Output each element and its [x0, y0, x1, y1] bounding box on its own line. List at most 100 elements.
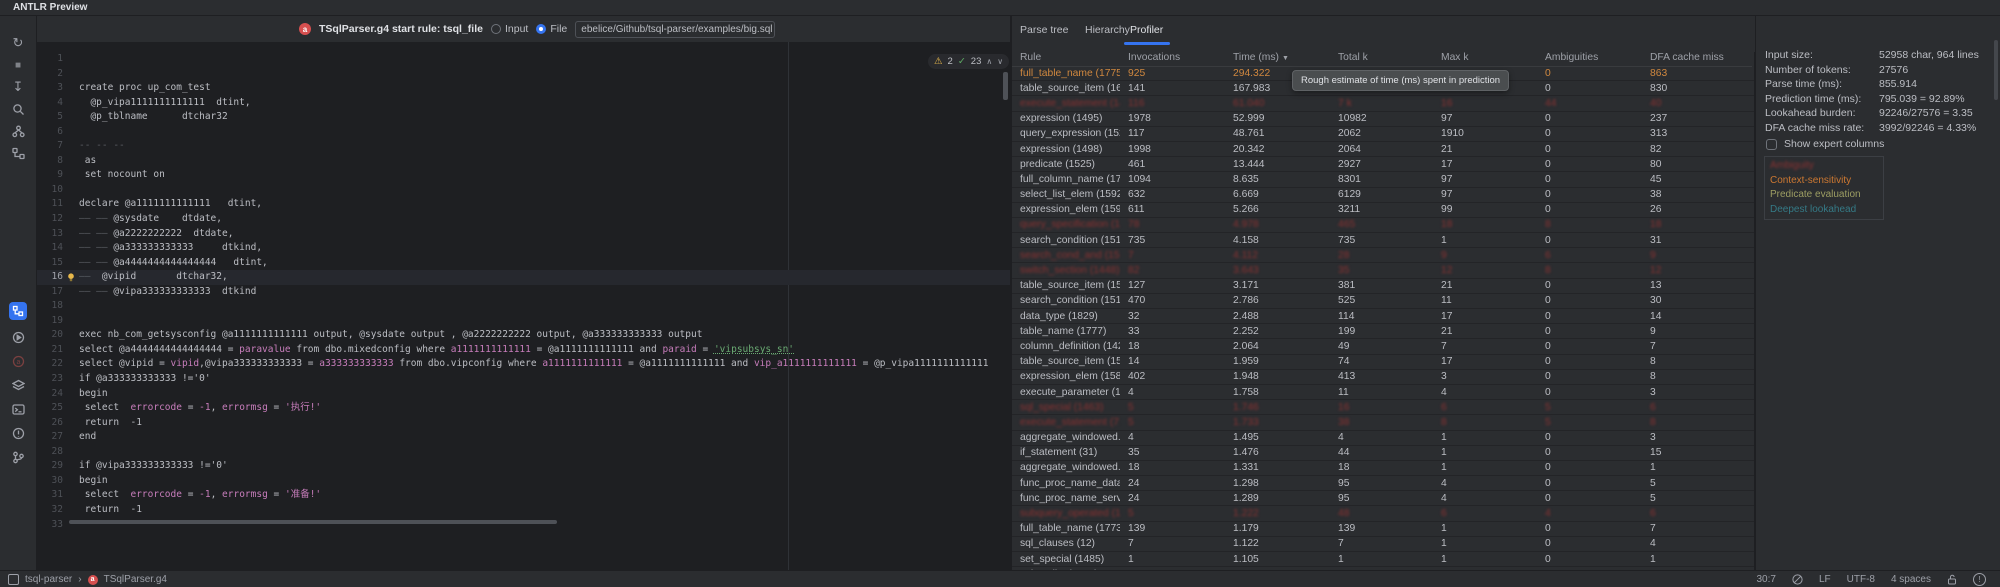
table-cell: 4 — [1120, 387, 1225, 398]
table-row[interactable]: table_source_item (15...1273.17138121013 — [1012, 279, 1754, 294]
input-radio[interactable]: Input — [491, 23, 528, 35]
table-row[interactable]: set_special (1485)11.1051101 — [1012, 552, 1754, 567]
antlr-icon[interactable]: a — [9, 352, 27, 370]
table-row[interactable]: if_statement (31)351.476441015 — [1012, 446, 1754, 461]
chevron-up-icon[interactable]: ∧ — [986, 57, 992, 66]
table-row[interactable]: query_expression (1527)11748.76120621910… — [1012, 127, 1754, 142]
scroll-to-source-icon[interactable]: ↧ — [9, 78, 27, 96]
code-line: 5 @p_tblname dtchar32 — [37, 110, 1010, 125]
table-row[interactable]: execute_statement (7...51.73338858 — [1012, 415, 1754, 430]
breadcrumb-separator: › — [78, 574, 81, 585]
table-row[interactable]: expression_elem (1589)4021.948413308 — [1012, 370, 1754, 385]
table-row[interactable]: data_type (1829)322.48811417014 — [1012, 309, 1754, 324]
chevron-down-icon[interactable]: ∨ — [997, 57, 1003, 66]
search-icon[interactable] — [9, 100, 27, 118]
tab-profiler[interactable]: Profiler — [1130, 24, 1163, 36]
table-row[interactable]: execute_parameter (1...41.75811403 — [1012, 385, 1754, 400]
layers-icon[interactable] — [9, 376, 27, 394]
panel-scrollbar[interactable] — [1994, 40, 1998, 100]
file-radio[interactable]: File — [536, 23, 567, 35]
horizontal-scrollbar[interactable] — [69, 520, 557, 524]
breadcrumb-project[interactable]: tsql-parser — [25, 574, 72, 585]
table-cell: 863 — [1642, 68, 1752, 79]
file-path-input[interactable]: ebelice/Github/tsql-parser/examples/big.… — [575, 21, 775, 38]
code-text: —— —— @vipa333333333333 dtkind — [63, 285, 256, 300]
table-row[interactable]: query_specification (15...784.9784651881… — [1012, 218, 1754, 233]
tab-parse-tree[interactable]: Parse tree — [1020, 24, 1068, 36]
git-branch-icon[interactable] — [9, 448, 27, 466]
table-row[interactable]: full_column_name (17...10948.63583019704… — [1012, 172, 1754, 187]
refresh-icon[interactable]: ↻ — [9, 34, 27, 52]
run-icon[interactable] — [9, 328, 27, 346]
rule-hierarchy-icon[interactable] — [9, 122, 27, 140]
table-cell: 0 — [1537, 478, 1642, 489]
table-row[interactable]: table_source_item (15...141.959741708 — [1012, 355, 1754, 370]
error-circle-icon[interactable]: ! — [1973, 573, 1986, 586]
vertical-scrollbar[interactable] — [1003, 72, 1008, 100]
stat-row: Parse time (ms):855.914 — [1765, 78, 1995, 93]
table-row[interactable]: search_condition (1519)7354.1587351031 — [1012, 233, 1754, 248]
column-header-invocations[interactable]: Invocations — [1120, 52, 1225, 66]
table-row[interactable]: aggregate_windowed...181.33118101 — [1012, 461, 1754, 476]
line-number: 7 — [37, 139, 63, 154]
table-row[interactable]: sql_special (1463)51.74616656 — [1012, 400, 1754, 415]
intention-bulb-icon[interactable] — [67, 273, 75, 282]
show-expert-columns-checkbox[interactable]: Show expert columns — [1766, 138, 1884, 150]
stat-value: 795.039 = 92.89% — [1879, 93, 1965, 108]
table-cell: 1.289 — [1225, 493, 1330, 504]
line-number: 26 — [37, 416, 63, 431]
code-line: 17—— —— @vipa333333333333 dtkind — [37, 285, 1010, 300]
column-header-rule[interactable]: Rule — [1012, 52, 1120, 66]
table-row[interactable]: switch_section (1448)823.6433512812 — [1012, 263, 1754, 278]
table-row[interactable]: execute_statement (14...11661.0407 k1644… — [1012, 96, 1754, 111]
tab-hierarchy[interactable]: Hierarchy — [1085, 24, 1130, 36]
table-cell: 8 — [1433, 417, 1537, 428]
code-text: —— —— @a333333333333 dtkind, — [63, 241, 262, 256]
caret-position[interactable]: 30:7 — [1756, 574, 1775, 585]
line-number: 1 — [37, 52, 63, 67]
breadcrumb-file[interactable]: TSqlParser.g4 — [104, 574, 167, 585]
table-row[interactable]: func_proc_name_serv...241.28995405 — [1012, 491, 1754, 506]
table-row[interactable]: func_proc_name_data...241.29895405 — [1012, 476, 1754, 491]
table-row[interactable]: expression (1498)199820.342206421082 — [1012, 142, 1754, 157]
table-row[interactable]: subquery_operated (11...51.22248646 — [1012, 506, 1754, 521]
line-separator-indicator[interactable]: LF — [1819, 574, 1831, 585]
column-header-dfa-cache-miss[interactable]: DFA cache miss — [1642, 52, 1752, 66]
table-cell: 0 — [1537, 280, 1642, 291]
inspections-widget[interactable]: ⚠2 ✓23 ∧ ∨ — [928, 54, 1009, 69]
code-editor[interactable]: 123create proc up_com_test4 @p_vipa11111… — [37, 42, 1010, 570]
problems-icon[interactable] — [9, 424, 27, 442]
stop-icon[interactable]: ■ — [9, 56, 27, 74]
code-line: 22select @vipid = vipid,@vipa33333333333… — [37, 357, 1010, 372]
table-row[interactable]: table_name (1777)332.2521992109 — [1012, 324, 1754, 339]
table-cell: 1 — [1330, 554, 1433, 565]
parse-tree-icon[interactable] — [9, 144, 27, 162]
table-row[interactable]: search_cond_and (151...74.11228969 — [1012, 248, 1754, 263]
column-header-time-ms-[interactable]: Time (ms)▼ — [1225, 52, 1330, 66]
terminal-icon[interactable] — [9, 400, 27, 418]
table-cell: sql_special (1463) — [1012, 402, 1120, 413]
indent-indicator[interactable]: 4 spaces — [1891, 574, 1931, 585]
table-cell: 4 — [1642, 538, 1752, 549]
table-cell: 82 — [1120, 265, 1225, 276]
table-row[interactable]: aggregate_windowed...41.4954103 — [1012, 431, 1754, 446]
table-row[interactable]: column_definition (1421)182.06449707 — [1012, 339, 1754, 354]
table-row[interactable]: expression_elem (1590)6115.266321199026 — [1012, 203, 1754, 218]
column-header-max-k[interactable]: Max k — [1433, 52, 1537, 66]
table-row[interactable]: predicate (1525)46113.444292717080 — [1012, 157, 1754, 172]
table-row[interactable]: select_list_elem (1592)6326.669612997038 — [1012, 188, 1754, 203]
line-number: 16 — [37, 270, 63, 285]
column-header-total-k[interactable]: Total k — [1330, 52, 1433, 66]
unlock-icon[interactable] — [1947, 574, 1957, 585]
column-header-ambiguities[interactable]: Ambiguities — [1537, 52, 1642, 66]
table-row[interactable]: full_table_name (1773)1391.179139107 — [1012, 522, 1754, 537]
table-cell: 8 — [1642, 356, 1752, 367]
table-row[interactable]: expression (1495)197852.99910982970237 — [1012, 112, 1754, 127]
readonly-pencil-icon[interactable] — [1792, 574, 1803, 585]
table-cell: 97 — [1433, 174, 1537, 185]
table-row[interactable]: search_condition (1517)4702.78652511030 — [1012, 294, 1754, 309]
antlr-preview-tool-icon[interactable] — [9, 302, 27, 320]
encoding-indicator[interactable]: UTF-8 — [1847, 574, 1875, 585]
line-number: 4 — [37, 96, 63, 111]
table-row[interactable]: sql_clauses (12)71.1227104 — [1012, 537, 1754, 552]
